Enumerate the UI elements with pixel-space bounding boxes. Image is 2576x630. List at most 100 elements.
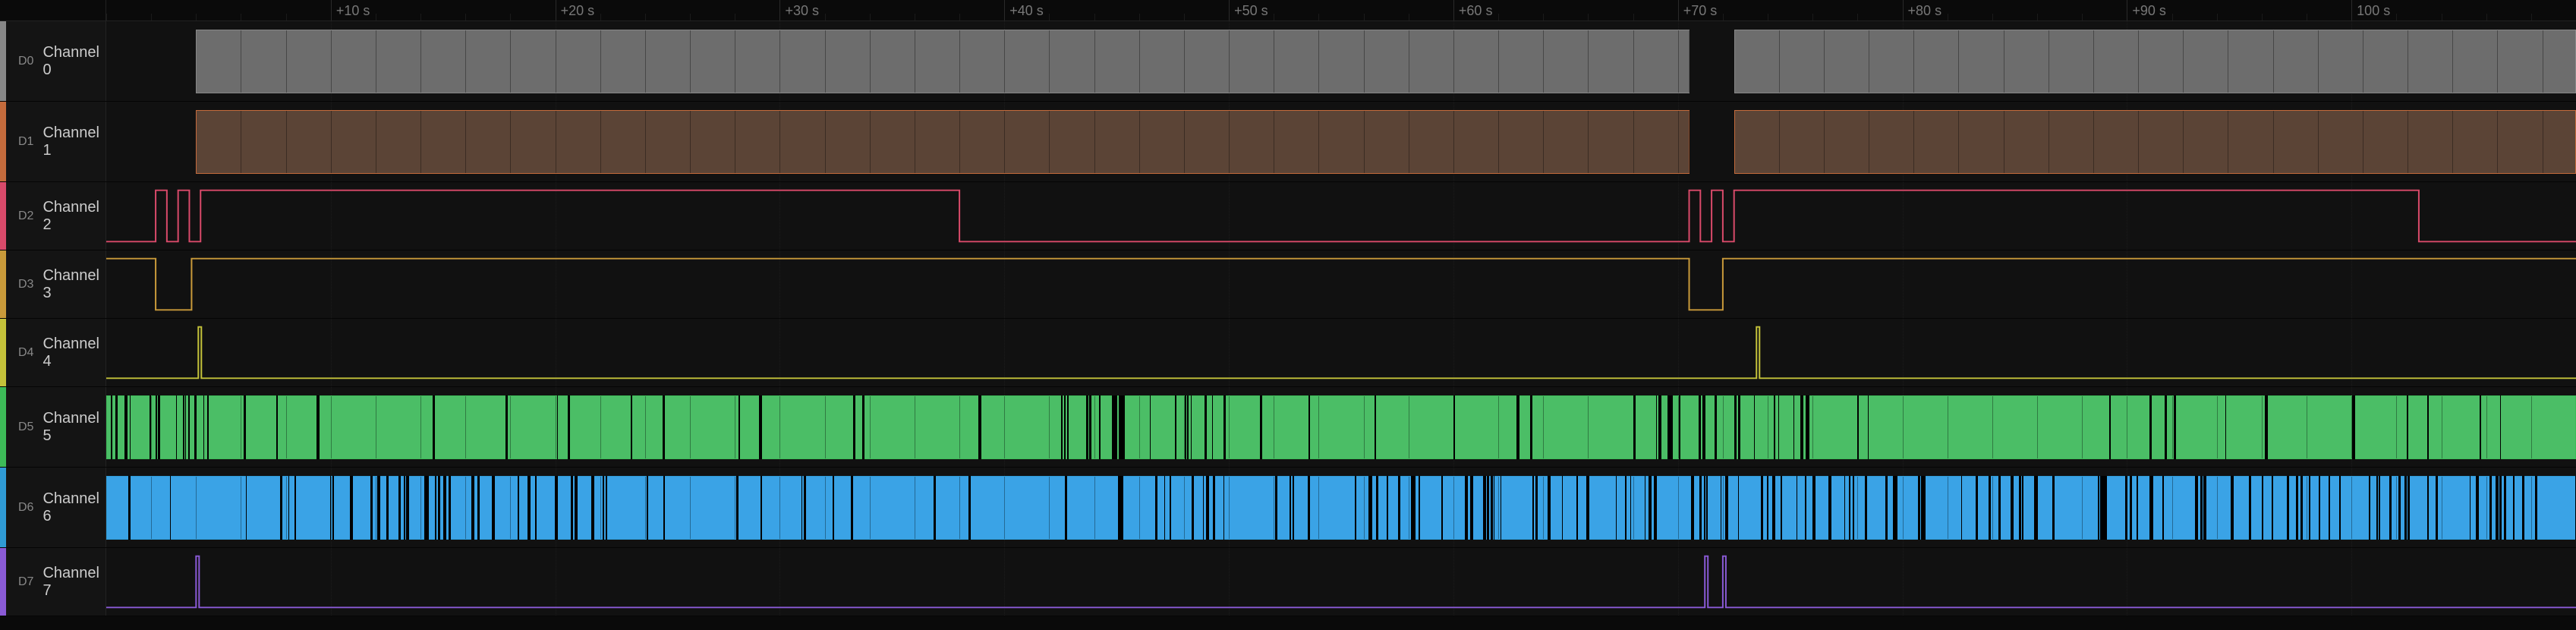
signal-transition xyxy=(2376,476,2378,540)
signal-block xyxy=(106,395,2576,459)
signal-transition xyxy=(2102,476,2104,540)
waveform-area[interactable] xyxy=(106,319,2576,386)
signal-transition xyxy=(1923,476,1926,540)
signal-transition xyxy=(2535,476,2538,540)
signal-transition xyxy=(535,476,537,540)
signal-transition xyxy=(406,476,409,540)
signal-transition xyxy=(527,476,531,540)
channel-row[interactable]: D7Channel 7 xyxy=(0,548,2576,616)
signal-transition xyxy=(128,476,131,540)
signal-transition xyxy=(1370,476,1372,540)
signal-transition xyxy=(294,476,296,540)
channel-name: Channel 7 xyxy=(43,565,105,600)
signal-transition xyxy=(1918,476,1920,540)
signal-transition xyxy=(2496,476,2498,540)
signal-transition xyxy=(2339,476,2341,540)
channel-row[interactable]: D4Channel 4 xyxy=(0,319,2576,387)
signal-transition xyxy=(1185,395,1186,459)
signal-transition xyxy=(2137,476,2138,540)
signal-transition xyxy=(1844,476,1846,540)
signal-transition xyxy=(477,476,480,540)
signal-transition xyxy=(332,476,334,540)
channel-label[interactable]: D2Channel 2 xyxy=(0,182,106,250)
channel-label[interactable]: D1Channel 1 xyxy=(0,102,106,181)
signal-transition xyxy=(1793,395,1794,459)
signal-transition xyxy=(663,395,665,459)
signal-transition xyxy=(386,476,388,540)
signal-transition xyxy=(130,395,131,459)
signal-line xyxy=(106,250,2576,318)
signal-transition xyxy=(1387,476,1388,540)
channel-row[interactable]: D0Channel 0 xyxy=(0,21,2576,102)
channel-label[interactable]: D0Channel 0 xyxy=(0,21,106,101)
signal-transition xyxy=(246,476,247,540)
signal-transition xyxy=(1086,395,1089,459)
signal-transition xyxy=(1164,476,1165,540)
channel-label[interactable]: D6Channel 6 xyxy=(0,468,106,547)
signal-transition xyxy=(978,395,981,459)
signal-transition xyxy=(1649,476,1652,540)
signal-transition xyxy=(2149,476,2152,540)
channel-row[interactable]: D6Channel 6 xyxy=(0,468,2576,548)
signal-transition xyxy=(330,476,331,540)
logic-analyzer-viewer: +10 s+20 s+30 s+40 s+50 s+60 s+70 s+80 s… xyxy=(0,0,2576,616)
channel-name: Channel 5 xyxy=(43,410,105,445)
signal-transition xyxy=(1868,395,1869,459)
signal-transition xyxy=(1494,476,1495,540)
channel-row[interactable]: D5Channel 5 xyxy=(0,387,2576,468)
ruler-tick: +30 s xyxy=(779,0,819,20)
channel-row[interactable]: D2Channel 2 xyxy=(0,182,2576,250)
signal-transition xyxy=(280,476,282,540)
waveform-area[interactable] xyxy=(106,21,2576,101)
signal-transition xyxy=(1738,395,1740,459)
signal-transition xyxy=(1761,476,1763,540)
waveform-area[interactable] xyxy=(106,182,2576,250)
time-ruler[interactable]: +10 s+20 s+30 s+40 s+50 s+60 s+70 s+80 s… xyxy=(0,0,2576,21)
channel-row[interactable]: D1Channel 1 xyxy=(0,102,2576,182)
signal-transition xyxy=(2427,476,2430,540)
channel-label[interactable]: D5Channel 5 xyxy=(0,387,106,467)
signal-transition xyxy=(557,395,558,459)
signal-transition xyxy=(759,395,762,459)
signal-transition xyxy=(1679,395,1681,459)
signal-transition xyxy=(1308,476,1309,540)
waveform-area[interactable] xyxy=(106,468,2576,547)
signal-transition xyxy=(2477,476,2478,540)
signal-transition xyxy=(1175,395,1176,459)
signal-transition xyxy=(150,395,151,459)
waveform-area[interactable] xyxy=(106,387,2576,467)
signal-transition xyxy=(1187,395,1189,459)
waveform-area[interactable] xyxy=(106,250,2576,318)
signal-transition xyxy=(1670,395,1673,459)
signal-transition xyxy=(2019,476,2021,540)
channel-label[interactable]: D7Channel 7 xyxy=(0,548,106,616)
signal-transition xyxy=(2125,476,2127,540)
channel-name: Channel 4 xyxy=(43,335,105,370)
signal-transition xyxy=(1691,476,1692,540)
ruler-tick: +20 s xyxy=(556,0,595,20)
signal-transition xyxy=(438,476,440,540)
signal-transition xyxy=(631,395,633,459)
signal-transition xyxy=(1223,476,1224,540)
waveform-area[interactable] xyxy=(106,548,2576,616)
signal-transition xyxy=(571,476,572,540)
signal-transition xyxy=(1725,476,1728,540)
channel-name: Channel 3 xyxy=(43,267,105,302)
signal-transition xyxy=(1704,476,1705,540)
waveform-area[interactable] xyxy=(106,102,2576,181)
signal-transition xyxy=(2287,476,2289,540)
signal-transition xyxy=(2407,395,2408,459)
signal-transition xyxy=(2296,476,2298,540)
signal-transition xyxy=(2098,476,2099,540)
signal-transition xyxy=(1849,476,1850,540)
channel-label[interactable]: D4Channel 4 xyxy=(0,319,106,386)
channel-row[interactable]: D3Channel 3 xyxy=(0,250,2576,319)
signal-transition xyxy=(1893,476,1895,540)
ruler-ticks[interactable]: +10 s+20 s+30 s+40 s+50 s+60 s+70 s+80 s… xyxy=(106,0,2576,20)
signal-transition xyxy=(203,395,204,459)
signal-transition xyxy=(377,476,379,540)
signal-transition xyxy=(1772,476,1775,540)
signal-transition xyxy=(2203,476,2206,540)
channel-label[interactable]: D3Channel 3 xyxy=(0,250,106,318)
signal-transition xyxy=(126,395,127,459)
